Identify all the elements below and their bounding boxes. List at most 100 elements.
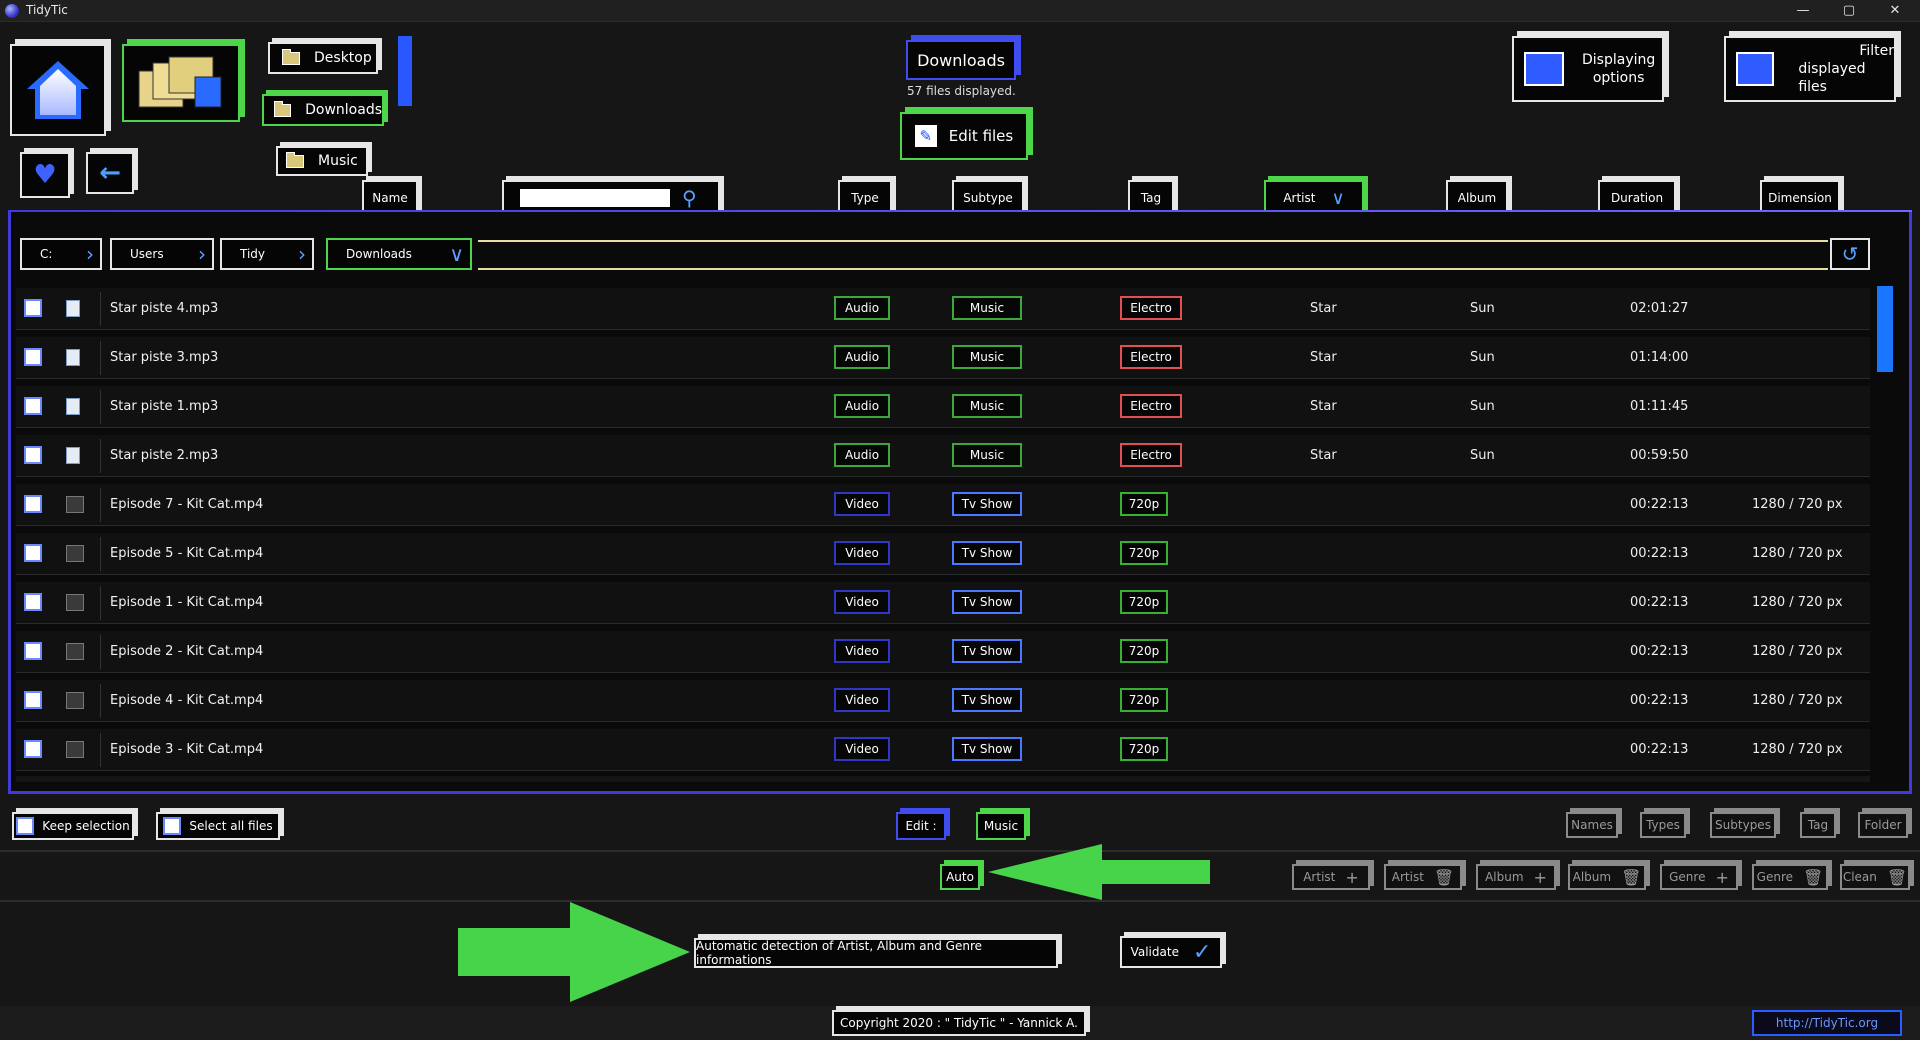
maximize-button[interactable]: ▢ bbox=[1826, 0, 1872, 22]
trash-icon: 🗑 bbox=[1886, 867, 1908, 887]
type-badge[interactable]: Audio bbox=[834, 394, 890, 418]
types-button[interactable]: Types bbox=[1640, 812, 1686, 838]
file-name: Episode 1 - Kit Cat.mp4 bbox=[110, 595, 264, 610]
subtype-badge[interactable]: Tv Show bbox=[952, 737, 1022, 761]
type-badge[interactable]: Audio bbox=[834, 296, 890, 320]
type-badge[interactable]: Video bbox=[834, 541, 890, 565]
clean-button[interactable]: Clean 🗑 bbox=[1840, 864, 1910, 890]
row-checkbox[interactable] bbox=[24, 397, 42, 415]
artist-delete-button[interactable]: Artist 🗑 bbox=[1384, 864, 1462, 890]
table-row[interactable]: Episode 2 - Kit Cat.mp4 Video Tv Show 720p 0… bbox=[16, 631, 1870, 673]
tag-badge[interactable]: 720p bbox=[1120, 541, 1168, 565]
folder-button[interactable]: Folder bbox=[1858, 812, 1908, 838]
search-input[interactable] bbox=[520, 189, 670, 207]
breadcrumb-item-drive[interactable]: C: › bbox=[20, 238, 102, 270]
breadcrumb-label: Tidy bbox=[240, 247, 266, 261]
close-button[interactable]: ✕ bbox=[1872, 0, 1918, 22]
column-dimension-label: Dimension bbox=[1768, 191, 1832, 205]
row-checkbox[interactable] bbox=[24, 691, 42, 709]
table-row[interactable]: Episode 5 - Kit Cat.mp4 Video Tv Show 720p 0… bbox=[16, 533, 1870, 575]
type-badge[interactable]: Audio bbox=[834, 443, 890, 467]
subtype-badge[interactable]: Music bbox=[952, 394, 1022, 418]
select-all-button[interactable]: Select all files bbox=[156, 812, 280, 840]
displaying-options-button[interactable]: Displaying options bbox=[1512, 36, 1664, 102]
breadcrumb-item-tidy[interactable]: Tidy › bbox=[220, 238, 314, 270]
undo-button[interactable]: ↺ bbox=[1830, 238, 1870, 270]
subtype-badge[interactable]: Tv Show bbox=[952, 492, 1022, 516]
keep-selection-button[interactable]: Keep selection bbox=[12, 812, 134, 840]
type-badge[interactable]: Video bbox=[834, 639, 890, 663]
artist-add-button[interactable]: Artist + bbox=[1292, 864, 1370, 890]
downloads-shortcut[interactable]: Downloads bbox=[262, 94, 384, 126]
tag-badge[interactable]: Electro bbox=[1120, 443, 1182, 467]
row-checkbox[interactable] bbox=[24, 348, 42, 366]
table-row[interactable]: Episode 4 - Kit Cat.mp4 Video Tv Show 720p 0… bbox=[16, 680, 1870, 722]
type-badge[interactable]: Video bbox=[834, 492, 890, 516]
music-shortcut[interactable]: Music bbox=[276, 146, 368, 176]
edit-files-button[interactable]: ✎ Edit files bbox=[900, 112, 1028, 160]
edit-mode-music-button[interactable]: Music bbox=[976, 812, 1026, 840]
genre-delete-button[interactable]: Genre 🗑 bbox=[1752, 864, 1828, 890]
tag-badge[interactable]: 720p bbox=[1120, 492, 1168, 516]
validate-button[interactable]: Validate ✓ bbox=[1120, 936, 1222, 968]
favorites-button[interactable]: ♥ bbox=[20, 152, 70, 198]
website-link[interactable]: http://TidyTic.org bbox=[1752, 1010, 1902, 1036]
subtypes-button[interactable]: Subtypes bbox=[1710, 812, 1776, 838]
subtype-badge[interactable]: Tv Show bbox=[952, 688, 1022, 712]
type-badge[interactable]: Audio bbox=[834, 345, 890, 369]
row-checkbox[interactable] bbox=[24, 446, 42, 464]
tag-badge[interactable]: 720p bbox=[1120, 590, 1168, 614]
table-row[interactable]: Episode 3 - Kit Cat.mp4 Video Tv Show 720p 0… bbox=[16, 729, 1870, 771]
subtype-badge[interactable]: Tv Show bbox=[952, 639, 1022, 663]
album-add-button[interactable]: Album + bbox=[1476, 864, 1556, 890]
filter-displayed-files-button[interactable]: Filter displayed files bbox=[1724, 36, 1896, 102]
row-checkbox[interactable] bbox=[24, 495, 42, 513]
type-badge[interactable]: Video bbox=[834, 688, 890, 712]
filter-line2: displayed files bbox=[1798, 61, 1866, 95]
subtype-badge[interactable]: Tv Show bbox=[952, 590, 1022, 614]
back-button[interactable]: ← bbox=[86, 152, 134, 194]
auto-detection-button[interactable]: Automatic detection of Artist, Album and… bbox=[694, 938, 1058, 968]
subtype-badge[interactable]: Music bbox=[952, 443, 1022, 467]
tag-badge[interactable]: Electro bbox=[1120, 394, 1182, 418]
auto-button[interactable]: Auto bbox=[940, 864, 980, 890]
minimize-button[interactable]: — bbox=[1780, 0, 1826, 22]
names-button[interactable]: Names bbox=[1566, 812, 1618, 838]
table-row[interactable]: Star piste 3.mp3 Audio Music Electro Star Sun… bbox=[16, 337, 1870, 379]
table-row[interactable]: Star piste 2.mp3 Audio Music Electro Star Sun… bbox=[16, 435, 1870, 477]
table-row[interactable]: Episode 7 - Kit Cat.mp4 Video Tv Show 720p 0… bbox=[16, 484, 1870, 526]
genre-add-button[interactable]: Genre + bbox=[1660, 864, 1738, 890]
desktop-shortcut[interactable]: Desktop bbox=[268, 42, 378, 74]
subtype-badge[interactable]: Music bbox=[952, 345, 1022, 369]
subtype-badge[interactable]: Music bbox=[952, 296, 1022, 320]
tag-badge[interactable]: 720p bbox=[1120, 688, 1168, 712]
tag-button[interactable]: Tag bbox=[1800, 812, 1836, 838]
tag-badge[interactable]: Electro bbox=[1120, 345, 1182, 369]
row-checkbox[interactable] bbox=[24, 544, 42, 562]
row-checkbox[interactable] bbox=[24, 593, 42, 611]
tag-badge[interactable]: 720p bbox=[1120, 737, 1168, 761]
search-icon[interactable]: ⚲ bbox=[682, 186, 697, 210]
folders-button[interactable] bbox=[122, 44, 240, 122]
row-checkbox[interactable] bbox=[24, 740, 42, 758]
breadcrumb-item-downloads[interactable]: Downloads ∨ bbox=[326, 238, 472, 270]
tag-badge[interactable]: 720p bbox=[1120, 639, 1168, 663]
home-button[interactable] bbox=[10, 44, 106, 136]
table-row[interactable]: Episode 1 - Kit Cat.mp4 Video Tv Show 720p 0… bbox=[16, 582, 1870, 624]
edit-label-button[interactable]: Edit : bbox=[896, 812, 946, 840]
current-folder-button[interactable]: Downloads bbox=[906, 40, 1016, 80]
type-badge[interactable]: Video bbox=[834, 737, 890, 761]
types-label: Types bbox=[1646, 818, 1680, 832]
row-checkbox[interactable] bbox=[24, 642, 42, 660]
type-badge[interactable]: Video bbox=[834, 590, 890, 614]
album-delete-button[interactable]: Album 🗑 bbox=[1568, 864, 1646, 890]
row-checkbox[interactable] bbox=[24, 299, 42, 317]
file-list-scrollbar[interactable] bbox=[1877, 286, 1893, 372]
folder-scrollbar[interactable] bbox=[398, 36, 412, 106]
table-row[interactable]: Star piste 4.mp3 Audio Music Electro Star Sun… bbox=[16, 288, 1870, 330]
subtype-badge[interactable]: Tv Show bbox=[952, 541, 1022, 565]
checkbox-icon bbox=[163, 817, 182, 835]
tag-badge[interactable]: Electro bbox=[1120, 296, 1182, 320]
table-row[interactable]: Star piste 1.mp3 Audio Music Electro Star Sun… bbox=[16, 386, 1870, 428]
breadcrumb-item-users[interactable]: Users › bbox=[110, 238, 214, 270]
